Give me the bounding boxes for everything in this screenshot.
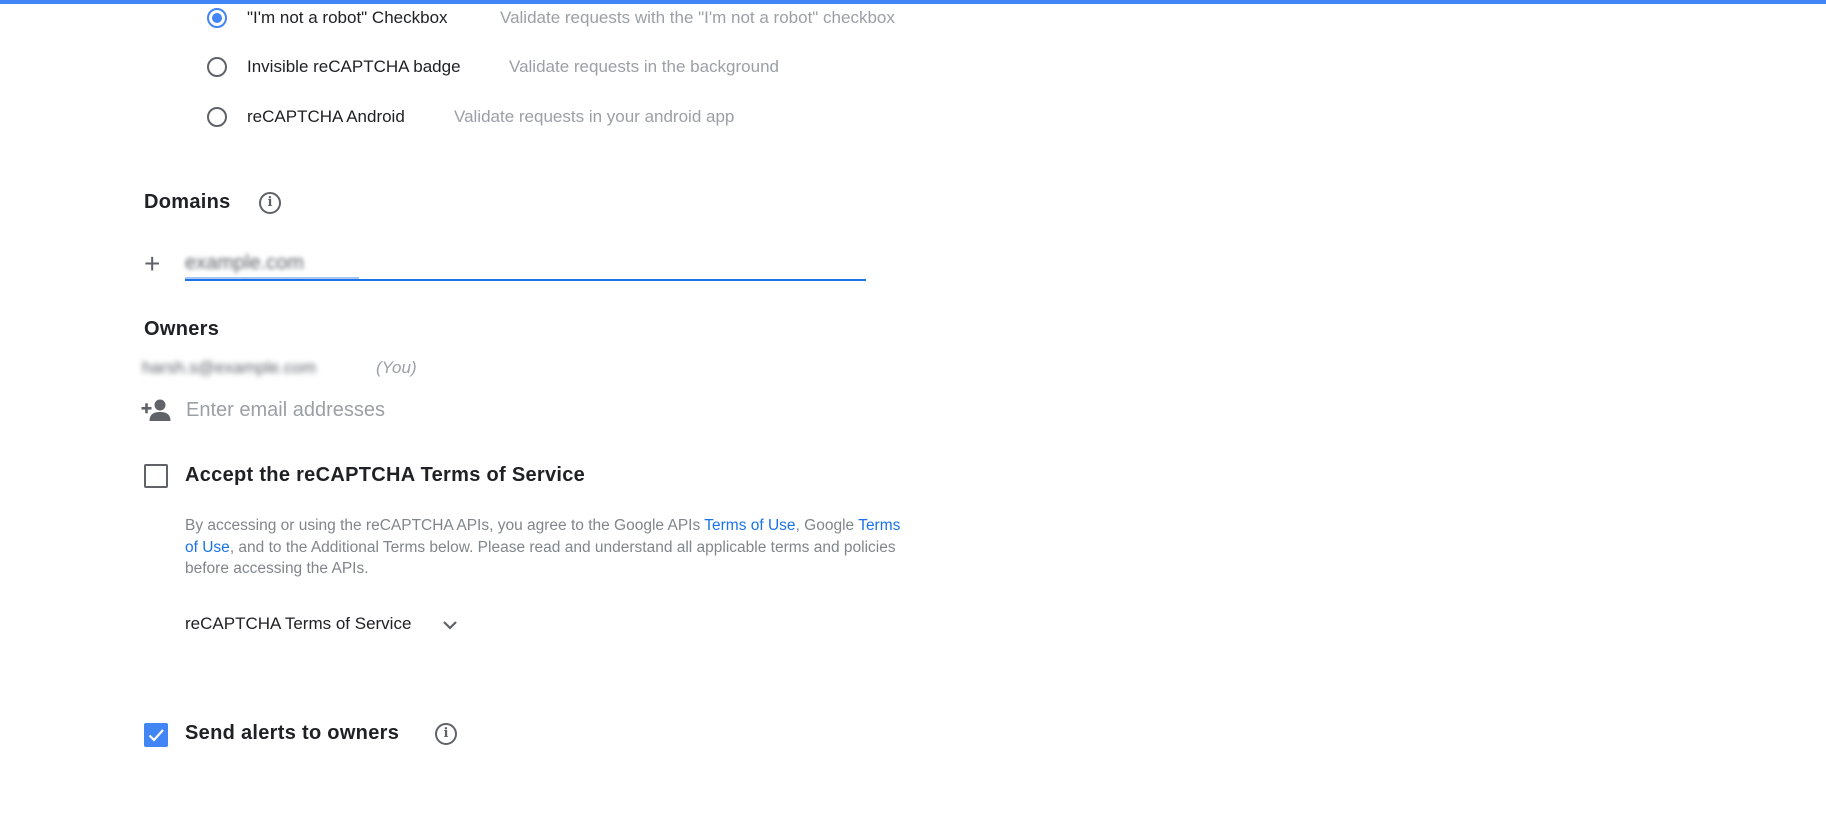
- page-progress-bar: [0, 0, 1826, 4]
- owner-email: harsh.s@example.com: [142, 358, 317, 377]
- radio-label[interactable]: reCAPTCHA Android: [247, 107, 405, 127]
- radio-label[interactable]: Invisible reCAPTCHA badge: [247, 57, 461, 77]
- send-alerts-checkbox[interactable]: [144, 723, 168, 747]
- radio-checkbox-type[interactable]: [207, 8, 227, 28]
- accept-terms-checkbox[interactable]: [144, 464, 168, 488]
- radio-description: Validate requests in the background: [509, 57, 779, 76]
- accept-terms-label[interactable]: Accept the reCAPTCHA Terms of Service: [185, 464, 585, 487]
- radio-description: Validate requests with the "I'm not a ro…: [500, 8, 895, 27]
- info-icon[interactable]: i: [435, 723, 457, 745]
- terms-text: By accessing or using the reCAPTCHA APIs…: [185, 517, 705, 534]
- terms-of-use-link[interactable]: Terms of Use: [704, 517, 795, 534]
- email-input[interactable]: [186, 399, 786, 422]
- radio-android[interactable]: [207, 107, 227, 127]
- owners-title: Owners: [144, 318, 220, 340]
- send-alerts-label[interactable]: Send alerts to owners: [185, 722, 399, 745]
- info-icon[interactable]: i: [259, 192, 281, 214]
- domain-input[interactable]: [185, 252, 865, 275]
- radio-label[interactable]: "I'm not a robot" Checkbox: [247, 8, 448, 28]
- owner-you-label: (You): [376, 358, 417, 377]
- plus-icon[interactable]: +: [144, 250, 160, 278]
- terms-text: , and to the Additional Terms below. Ple…: [185, 538, 896, 578]
- checkmark-icon: [148, 729, 164, 742]
- terms-dropdown-label[interactable]: reCAPTCHA Terms of Service: [185, 614, 411, 634]
- domain-input-underline: [185, 279, 866, 281]
- domains-title: Domains: [144, 191, 231, 213]
- person-add-icon[interactable]: [141, 397, 172, 423]
- radio-invisible-badge[interactable]: [207, 57, 227, 77]
- terms-text: , Google: [795, 517, 859, 534]
- terms-description: By accessing or using the reCAPTCHA APIs…: [185, 515, 905, 580]
- chevron-down-icon[interactable]: [441, 616, 459, 634]
- radio-description: Validate requests in your android app: [454, 107, 735, 126]
